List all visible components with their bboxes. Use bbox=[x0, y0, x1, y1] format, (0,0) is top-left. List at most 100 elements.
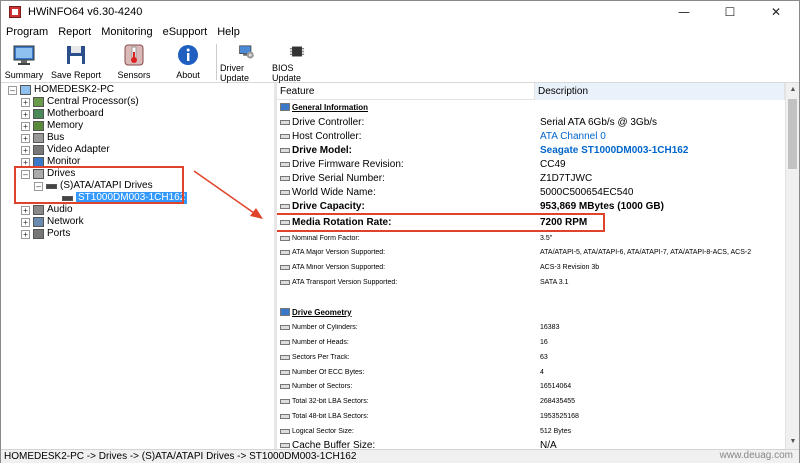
expand-icon[interactable]: + bbox=[21, 109, 30, 119]
tree-item-motherboard[interactable]: + Motherboard bbox=[21, 108, 104, 120]
driver-update-label: Driver Update bbox=[220, 63, 250, 83]
table-row[interactable]: Drive Serial Number: Z1D7TJWC bbox=[277, 171, 785, 185]
minimize-icon[interactable]: — bbox=[661, 1, 707, 23]
feature-cell: Drive Model: bbox=[292, 144, 353, 156]
tree-item-ports[interactable]: + Ports bbox=[21, 228, 70, 240]
expand-icon[interactable]: + bbox=[21, 229, 30, 239]
tree-item-network[interactable]: + Network bbox=[21, 216, 84, 228]
table-row[interactable]: Number of Sectors: 16514064 bbox=[277, 379, 785, 393]
table-row[interactable]: ATA Transport Version Supported: SATA 3.1 bbox=[277, 275, 785, 289]
menu-monitoring[interactable]: Monitoring bbox=[96, 26, 157, 38]
scrollbar-thumb[interactable] bbox=[788, 99, 797, 169]
memory-icon bbox=[33, 121, 44, 131]
port-icon bbox=[33, 229, 44, 239]
tree-item-video-adapter[interactable]: + Video Adapter bbox=[21, 144, 110, 156]
tree-item-label: Network bbox=[47, 216, 84, 227]
table-row[interactable]: Host Controller: ATA Channel 0 bbox=[277, 129, 785, 143]
section-header[interactable]: General Information bbox=[277, 100, 785, 114]
feature-cell: ATA Transport Version Supported: bbox=[292, 278, 398, 286]
table-row[interactable]: Nominal Form Factor: 3.5" bbox=[277, 231, 785, 245]
table-row[interactable]: Number of Cylinders: 16383 bbox=[277, 320, 785, 334]
table-row[interactable]: Total 32-bit LBA Sectors: 268435455 bbox=[277, 394, 785, 408]
details-grid: Feature Description General Information D… bbox=[277, 83, 799, 449]
description-cell: 5000C500654EC540 bbox=[540, 186, 634, 198]
driver-update-icon bbox=[239, 45, 254, 59]
title-bar: HWiNFO64 v6.30-4240 — ☐ ✕ bbox=[1, 1, 799, 23]
table-row[interactable]: Cache Buffer Size: N/A bbox=[277, 438, 785, 449]
menu-report[interactable]: Report bbox=[53, 26, 96, 38]
menu-program[interactable]: Program bbox=[1, 26, 53, 38]
row-icon bbox=[280, 189, 290, 195]
description-cell: ATA/ATAPI-5, ATA/ATAPI-6, ATA/ATAPI-7, A… bbox=[540, 248, 752, 256]
section-header[interactable]: Drive Geometry bbox=[277, 305, 785, 319]
expand-icon[interactable]: + bbox=[21, 145, 30, 155]
summary-button[interactable]: Summary bbox=[1, 41, 47, 83]
feature-cell: General Information bbox=[292, 102, 369, 112]
expand-icon[interactable]: + bbox=[21, 217, 30, 227]
expand-icon[interactable]: + bbox=[21, 133, 30, 143]
expand-icon[interactable]: + bbox=[21, 205, 30, 215]
table-row[interactable]: Drive Firmware Revision: CC49 bbox=[277, 157, 785, 171]
table-row[interactable]: Drive Capacity: 953,869 MBytes (1000 GB) bbox=[277, 199, 785, 213]
table-row[interactable]: Sectors Per Track: 63 bbox=[277, 350, 785, 364]
row-icon bbox=[280, 203, 290, 209]
table-row[interactable]: Drive Model: Seagate ST1000DM003-1CH162 bbox=[277, 143, 785, 157]
row-icon bbox=[280, 369, 290, 375]
feature-cell: ATA Major Version Supported: bbox=[292, 248, 386, 256]
video-adapter-icon bbox=[33, 145, 44, 155]
toolbar: Summary Save Report Sensors About Driver… bbox=[1, 41, 799, 83]
tree-item-bus[interactable]: + Bus bbox=[21, 132, 64, 144]
scroll-down-icon[interactable]: ▼ bbox=[786, 435, 799, 449]
network-icon bbox=[33, 217, 44, 227]
status-path: HOMEDESK2-PC -> Drives -> (S)ATA/ATAPI D… bbox=[4, 451, 357, 462]
column-header-feature[interactable]: Feature bbox=[277, 83, 535, 100]
about-button[interactable]: About bbox=[163, 41, 213, 83]
feature-cell: Total 32-bit LBA Sectors: bbox=[292, 397, 369, 405]
description-cell: SATA 3.1 bbox=[540, 278, 569, 286]
expand-icon[interactable]: + bbox=[21, 97, 30, 107]
scroll-up-icon[interactable]: ▲ bbox=[786, 83, 799, 97]
feature-cell: Number Of ECC Bytes: bbox=[292, 368, 365, 376]
sensors-button[interactable]: Sensors bbox=[105, 41, 163, 83]
close-icon[interactable]: ✕ bbox=[753, 1, 799, 23]
expand-icon[interactable]: + bbox=[21, 121, 30, 131]
row-icon bbox=[280, 383, 290, 389]
table-row[interactable]: ATA Minor Version Supported: ACS-3 Revisi… bbox=[277, 260, 785, 274]
description-cell: 4 bbox=[540, 368, 544, 376]
tree-root-label: HOMEDESK2-PC bbox=[34, 84, 115, 95]
feature-cell: Drive Geometry bbox=[292, 307, 352, 317]
table-row[interactable]: Number Of ECC Bytes: 4 bbox=[277, 365, 785, 379]
bios-update-button[interactable]: BIOS Update bbox=[272, 41, 322, 83]
tree-root[interactable]: – HOMEDESK2-PC bbox=[8, 84, 114, 96]
vertical-scrollbar[interactable]: ▲ ▼ bbox=[785, 83, 799, 449]
maximize-icon[interactable]: ☐ bbox=[707, 1, 753, 23]
row-icon bbox=[280, 175, 290, 181]
audio-icon bbox=[33, 205, 44, 215]
table-row[interactable]: Drive Controller: Serial ATA 6Gb/s @ 3Gb/… bbox=[277, 115, 785, 129]
device-tree: – HOMEDESK2-PC + Central Processor(s) + Mot… bbox=[4, 83, 274, 449]
row-icon bbox=[280, 442, 290, 448]
menu-esupport[interactable]: eSupport bbox=[158, 26, 213, 38]
table-row[interactable]: Number of Heads: 16 bbox=[277, 335, 785, 349]
tree-item-cpu[interactable]: + Central Processor(s) bbox=[21, 96, 139, 108]
menu-help[interactable]: Help bbox=[212, 26, 245, 38]
description-cell: 16 bbox=[540, 338, 548, 346]
table-row[interactable]: ATA Major Version Supported: ATA/ATAPI-5,… bbox=[277, 245, 785, 259]
table-row[interactable]: Total 48-bit LBA Sectors: 1953525168 bbox=[277, 409, 785, 423]
tree-item-label: Audio bbox=[47, 204, 73, 215]
annotation-box-rotation-rate bbox=[277, 213, 605, 232]
description-cell: CC49 bbox=[540, 158, 566, 170]
table-row[interactable]: Logical Sector Size: 512 Bytes bbox=[277, 424, 785, 438]
feature-cell: Number of Heads: bbox=[292, 338, 349, 346]
tree-item-audio[interactable]: + Audio bbox=[21, 204, 73, 216]
driver-update-button[interactable]: Driver Update bbox=[220, 41, 272, 83]
tree-item-memory[interactable]: + Memory bbox=[21, 120, 83, 132]
summary-label: Summary bbox=[4, 70, 44, 80]
bus-icon bbox=[33, 133, 44, 143]
column-header-description[interactable]: Description bbox=[535, 83, 785, 100]
collapse-icon[interactable]: – bbox=[8, 85, 17, 95]
description-cell: 3.5" bbox=[540, 234, 553, 242]
row-icon bbox=[280, 264, 290, 270]
save-report-button[interactable]: Save Report bbox=[47, 41, 105, 83]
table-row[interactable]: World Wide Name: 5000C500654EC540 bbox=[277, 185, 785, 199]
